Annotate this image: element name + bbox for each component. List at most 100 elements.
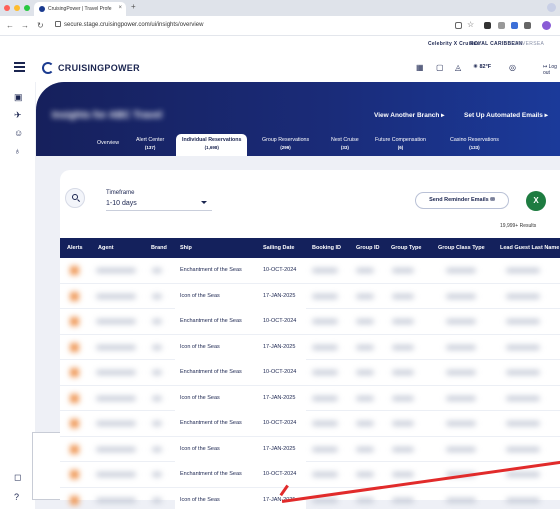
table-row[interactable]: Icon of the Seas 17-JAN-2025 — [60, 283, 560, 309]
tab-future-compensation[interactable]: Future Compensation (6) — [375, 137, 426, 151]
search-button[interactable] — [65, 188, 85, 208]
column-header-brand[interactable]: Brand — [151, 245, 167, 251]
table-row[interactable]: Icon of the Seas 17-JAN-2025 — [60, 436, 560, 462]
alert-icon — [70, 291, 79, 301]
ship-cell: Enchantment of the Seas — [180, 369, 242, 375]
column-header-group-class-type[interactable]: Group Class Type — [438, 245, 485, 251]
smile-icon[interactable]: ☺ — [14, 128, 23, 138]
menu-icon[interactable] — [14, 62, 25, 74]
timeframe-label: Timeframe — [106, 190, 135, 196]
alert-icon — [70, 317, 79, 326]
account-icon[interactable]: ◎ — [509, 63, 516, 72]
ship-cell: Icon of the Seas — [180, 496, 220, 503]
browser-profile-icon[interactable] — [547, 3, 556, 12]
install-icon[interactable] — [455, 22, 462, 29]
tab-next-cruise[interactable]: Next Cruise (33) — [331, 137, 359, 151]
url-field[interactable]: secure.stage.cruisingpower.com/ui/insigh… — [55, 21, 203, 28]
forward-icon[interactable]: → — [21, 21, 29, 30]
column-header-ship[interactable]: Ship — [180, 245, 192, 251]
sailing-date-cell: 10-OCT-2024 — [263, 318, 297, 324]
side-panel-edge — [32, 432, 60, 500]
column-header-agent[interactable]: Agent — [98, 245, 114, 251]
column-header-booking-id[interactable]: Booking ID — [312, 245, 341, 251]
column-header-alerts[interactable]: Alerts — [67, 245, 83, 251]
silversea-logo[interactable]: SILVERSEA — [514, 41, 544, 47]
close-tab-icon[interactable]: × — [118, 5, 122, 11]
ship-cell: Enchantment of the Seas — [180, 267, 242, 273]
column-header-sailing-date[interactable]: Sailing Date — [263, 245, 294, 251]
tab-casino-reservations[interactable]: Casino Reservations (133) — [450, 137, 499, 151]
extension-icon[interactable] — [511, 22, 518, 29]
calendar-icon[interactable]: ▣ — [14, 92, 23, 103]
alert-icon — [70, 393, 79, 403]
send-reminder-emails-button[interactable]: Send Reminder Emails ✉ — [415, 192, 509, 209]
badge-icon[interactable]: ♁ — [14, 146, 21, 156]
sailing-date-cell: 10-OCT-2024 — [263, 267, 297, 273]
redacted-cells — [60, 335, 175, 360]
table-row[interactable]: Enchantment of the Seas 10-OCT-2024 — [60, 258, 560, 284]
chat-icon[interactable]: ▢ — [436, 63, 444, 72]
chevron-down-icon[interactable] — [201, 201, 207, 204]
ship-cell: Enchantment of the Seas — [180, 318, 242, 324]
browser-tab[interactable]: CruisingPower | Travel Profe × — [34, 2, 126, 16]
table-row[interactable]: Enchantment of the Seas 10-OCT-2024 — [60, 462, 560, 488]
alert-icon — [70, 266, 79, 275]
table-row[interactable]: Enchantment of the Seas 10-OCT-2024 — [60, 411, 560, 437]
help-icon[interactable]: ? — [14, 492, 19, 502]
grid-icon[interactable]: ▦ — [416, 63, 424, 72]
table-row[interactable]: Icon of the Seas 17-JAN-2025 — [60, 334, 560, 360]
new-tab-icon[interactable]: + — [131, 2, 136, 11]
back-icon[interactable]: ← — [6, 21, 14, 30]
content-area: Timeframe 1-10 days Send Reminder Emails… — [36, 156, 560, 509]
sailing-date-cell: 10-OCT-2024 — [263, 369, 297, 375]
reload-icon[interactable]: ↻ — [37, 21, 44, 30]
alert-icon — [70, 444, 79, 454]
ship-cell: Icon of the Seas — [180, 343, 220, 350]
redacted-cells — [306, 411, 560, 436]
redacted-cells — [60, 437, 175, 462]
table-row[interactable]: Enchantment of the Seas 10-OCT-2024 — [60, 360, 560, 386]
address-bar: ← → ↻ secure.stage.cruisingpower.com/ui/… — [0, 16, 560, 36]
maximize-window-button[interactable] — [24, 5, 30, 11]
extension-icon[interactable] — [498, 22, 505, 29]
column-header-group-id[interactable]: Group ID — [356, 245, 380, 251]
page-title: Insights for ABC Travel — [52, 110, 163, 121]
extension-icon[interactable] — [484, 22, 491, 29]
view-another-branch-link[interactable]: View Another Branch ▸ — [374, 111, 444, 119]
bell-icon[interactable]: ◬ — [455, 63, 461, 72]
alert-icon — [70, 342, 79, 352]
table-row[interactable]: Icon of the Seas 17-JAN-2025 — [60, 385, 560, 411]
redacted-cells — [306, 360, 560, 385]
user-avatar-icon[interactable] — [542, 21, 551, 30]
close-window-button[interactable] — [4, 5, 10, 11]
redacted-cells — [60, 488, 175, 509]
sailing-date-cell: 10-OCT-2024 — [263, 420, 297, 426]
ship-cell: Icon of the Seas — [180, 445, 220, 452]
redacted-cells — [306, 335, 560, 360]
tab-overview[interactable]: Overview — [97, 140, 119, 147]
site-info-icon[interactable] — [55, 21, 61, 27]
chat-bubble-icon[interactable]: ◻ — [14, 472, 21, 483]
sailing-date-cell: 17-JAN-2025 — [263, 445, 296, 452]
logout-button[interactable]: ↦ Log out — [543, 64, 560, 76]
minimize-window-button[interactable] — [14, 5, 20, 11]
app-logo[interactable]: CRUISINGPOWER — [58, 63, 140, 73]
bookmark-star-icon[interactable]: ☆ — [467, 20, 474, 29]
tab-alert-center[interactable]: Alert Center (137) — [136, 137, 164, 151]
tab-individual-reservations[interactable]: Individual Reservations (1,698) — [176, 134, 248, 156]
redacted-cells — [306, 437, 560, 462]
column-header-group-type[interactable]: Group Type — [391, 245, 421, 251]
ship-cell: Enchantment of the Seas — [180, 420, 242, 426]
export-excel-button[interactable]: X — [526, 191, 546, 211]
plane-icon[interactable]: ✈ — [14, 110, 22, 121]
column-header-lead-guest-last-name[interactable]: Lead Guest Last Name — [500, 245, 559, 251]
set-up-automated-emails-link[interactable]: Set Up Automated Emails ▸ — [464, 111, 548, 119]
insights-banner: Insights for ABC Travel View Another Bra… — [36, 82, 560, 156]
extensions-puzzle-icon[interactable] — [524, 22, 531, 29]
redacted-cells — [60, 284, 175, 309]
table-row[interactable]: Enchantment of the Seas 10-OCT-2024 — [60, 309, 560, 335]
alert-icon — [70, 495, 79, 505]
table-header: Alerts Agent Brand Ship Sailing Date Boo… — [60, 238, 560, 258]
tab-group-reservations[interactable]: Group Reservations (299) — [262, 137, 309, 151]
timeframe-select[interactable]: 1-10 days — [106, 200, 137, 207]
